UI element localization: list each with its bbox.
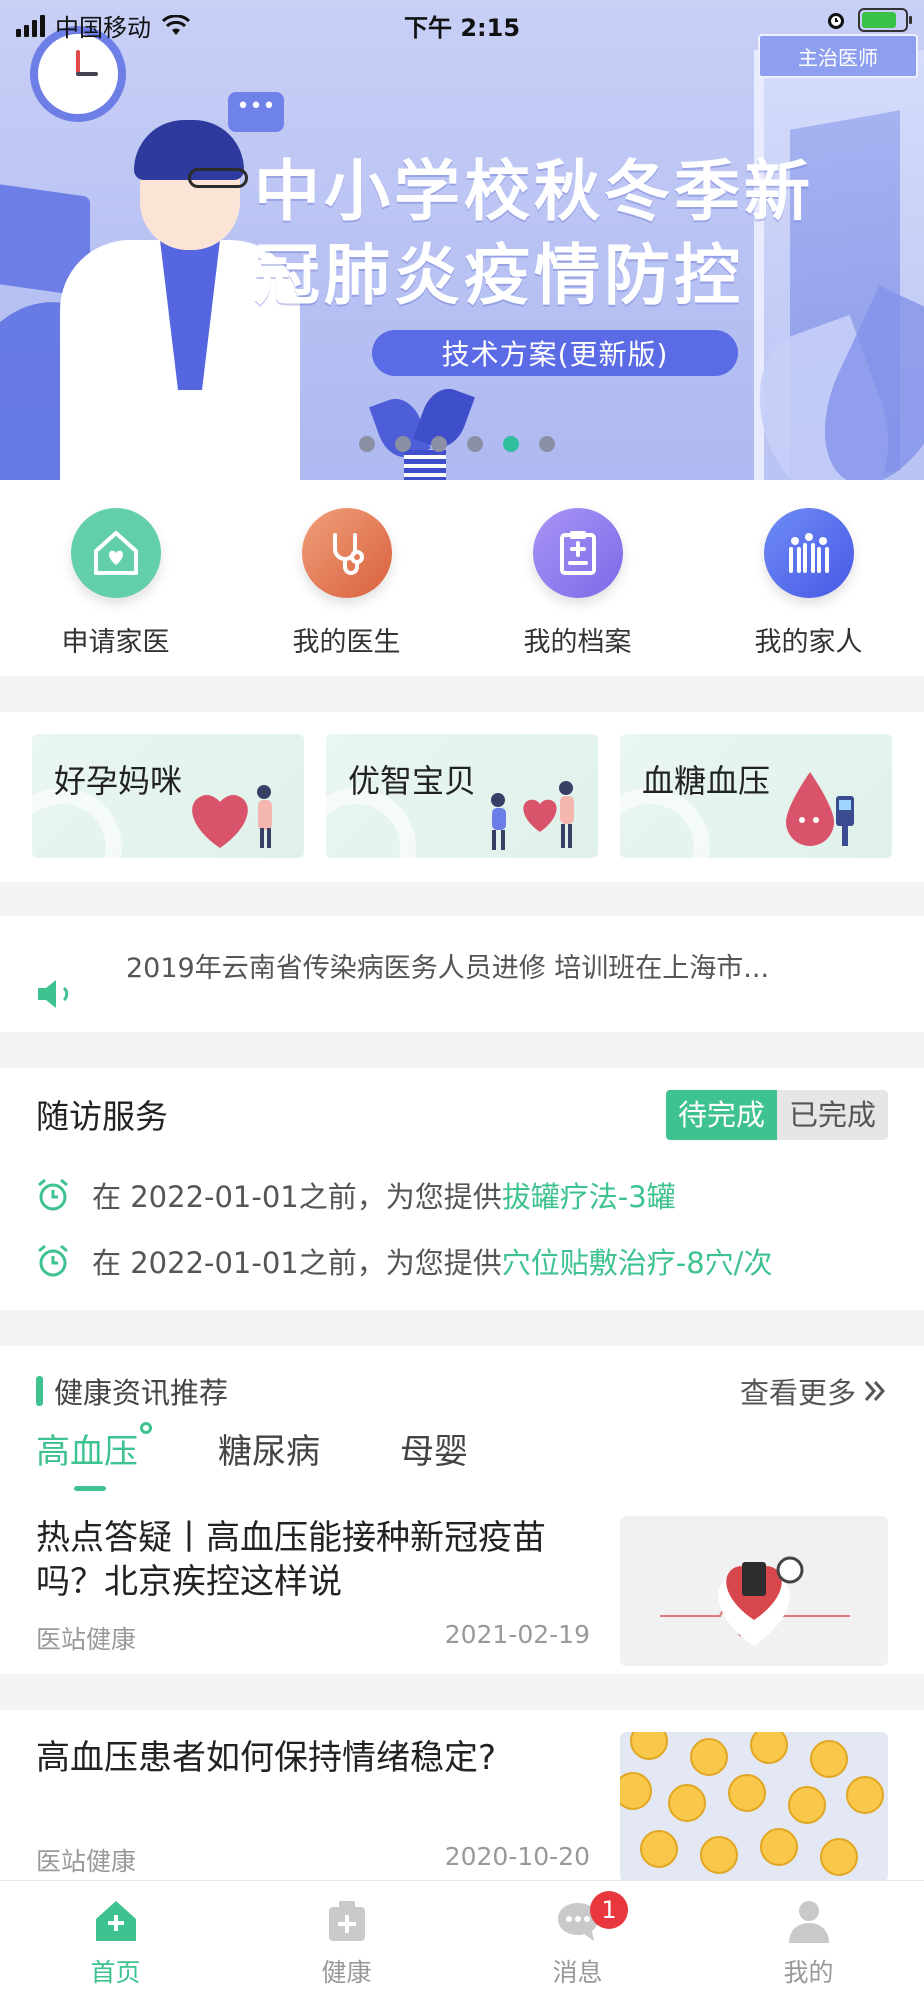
follow-up-item-text: 在 2022-01-01之前，为您提供 xyxy=(92,1180,502,1214)
quick-entry-grid: 申请家医 我的医生 我的档案 我的家人 xyxy=(0,480,924,676)
tab-messages[interactable]: 消息 1 xyxy=(462,1881,693,2000)
tab-maternal-infant[interactable]: 母婴 xyxy=(400,1424,468,1473)
carousel-dot[interactable] xyxy=(467,436,483,452)
quick-entry-label: 申请家医 xyxy=(61,627,170,658)
article-separator xyxy=(0,1674,924,1710)
tab-health[interactable]: 健康 xyxy=(231,1881,462,2000)
follow-up-segmented-control: 待完成 已完成 xyxy=(665,1090,888,1140)
banner-headline-line1: 中小学校秋冬季新 xyxy=(254,153,814,230)
article-thumbnail xyxy=(620,1516,888,1666)
tab-label: 高血压 xyxy=(36,1432,138,1472)
follow-up-title: 随访服务 xyxy=(36,1097,168,1136)
card-title: 好孕妈咪 xyxy=(54,762,183,800)
speaker-icon xyxy=(38,980,69,1008)
quick-entry-label: 我的家人 xyxy=(754,627,863,658)
unread-count-badge: 1 xyxy=(590,1891,628,1929)
status-bar: 中国移动 下午 2:15 xyxy=(0,0,924,44)
tab-label: 糖尿病 xyxy=(218,1432,320,1472)
follow-up-item-service: 拔罐疗法-3罐 xyxy=(501,1180,676,1214)
quick-entry-my-doctor[interactable]: 我的医生 xyxy=(231,480,462,676)
status-time: 下午 2:15 xyxy=(403,14,521,42)
kids-heart-illustration xyxy=(491,781,574,850)
section-accent-bar xyxy=(36,1376,43,1406)
article-date: 2021-02-19 xyxy=(444,1620,590,1649)
blood-drop-illustration xyxy=(786,772,854,846)
news-category-tabs: 高血压 糖尿病 母婴 xyxy=(36,1422,468,1491)
follow-up-item[interactable]: 在 2022-01-01之前，为您提供 拔罐疗法-3罐 xyxy=(36,1174,676,1216)
quick-entry-label: 我的档案 xyxy=(523,627,632,658)
clipboard-icon xyxy=(532,508,623,598)
heart-mother-illustration xyxy=(192,785,272,848)
card-smart-baby[interactable]: 优智宝贝 xyxy=(326,734,598,858)
carousel-dot[interactable] xyxy=(395,436,411,452)
carousel-dot[interactable] xyxy=(539,436,555,452)
tab-profile[interactable]: 我的 xyxy=(693,1881,924,2000)
tab-label: 我的 xyxy=(783,1958,834,1987)
view-more-link[interactable]: 查看更多 xyxy=(740,1370,888,1412)
plant-illustration xyxy=(369,382,480,480)
follow-up-item[interactable]: 在 2022-01-01之前，为您提供 穴位贴敷治疗-8穴/次 xyxy=(36,1240,772,1282)
news-article[interactable]: 高血压患者如何保持情绪稳定? 医站健康 2020-10-20 xyxy=(0,1732,924,1896)
banner-headline-line2: 冠肺炎疫情防控 xyxy=(254,237,744,314)
feature-cards: 好孕妈咪 优智宝贝 血糖血压 xyxy=(0,712,924,882)
quick-entry-my-family[interactable]: 我的家人 xyxy=(693,480,924,676)
article-thumbnail xyxy=(620,1732,888,1882)
article-source: 医站健康 xyxy=(36,1625,137,1654)
carousel-dot-active[interactable] xyxy=(503,436,519,452)
house-heart-icon xyxy=(70,508,161,598)
carousel-dot[interactable] xyxy=(431,436,447,452)
carousel-dot[interactable] xyxy=(359,436,375,452)
alarm-icon xyxy=(828,13,844,29)
medical-kit-icon xyxy=(328,1901,365,1941)
quick-entry-label: 我的医生 xyxy=(292,627,401,658)
article-source: 医站健康 xyxy=(36,1847,137,1876)
double-chevron-right-icon xyxy=(864,1381,886,1401)
tab-label: 母婴 xyxy=(400,1432,468,1472)
quick-entry-apply-family-doctor[interactable]: 申请家医 xyxy=(0,480,231,676)
notice-text[interactable]: 2019年云南省传染病医务人员进修 培训班在上海市... xyxy=(126,946,886,985)
tab-label: 首页 xyxy=(90,1958,141,1987)
battery-icon xyxy=(858,8,912,32)
follow-up-section: 随访服务 待完成 已完成 在 2022-01-01之前，为您提供 拔罐疗法-3罐 … xyxy=(0,1068,924,1310)
card-pregnancy-mom[interactable]: 好孕妈咪 xyxy=(32,734,304,858)
view-more-label: 查看更多 xyxy=(739,1376,856,1410)
unread-dot-icon xyxy=(140,1422,152,1434)
tab-hypertension[interactable]: 高血压 xyxy=(36,1422,152,1491)
stethoscope-icon xyxy=(301,508,392,598)
notice-bar[interactable]: 2019年云南省传染病医务人员进修 培训班在上海市... xyxy=(0,916,924,1032)
family-icon xyxy=(763,508,854,598)
alarm-clock-icon xyxy=(38,1178,68,1211)
banner-subtitle-pill: 技术方案(更新版) xyxy=(372,330,738,376)
article-title: 热点答疑丨高血压能接种新冠疫苗吗？北京疾控这样说 xyxy=(36,1518,546,1602)
article-title: 高血压患者如何保持情绪稳定? xyxy=(36,1738,497,1778)
quick-entry-my-records[interactable]: 我的档案 xyxy=(462,480,693,676)
card-blood-sugar-pressure[interactable]: 血糖血压 xyxy=(620,734,892,858)
card-title: 优智宝贝 xyxy=(348,762,477,800)
user-icon xyxy=(788,1901,829,1943)
heart-blood-pressure-illustration xyxy=(660,1556,850,1646)
article-date: 2020-10-20 xyxy=(444,1842,590,1871)
card-title: 血糖血压 xyxy=(642,762,771,800)
tab-diabetes[interactable]: 糖尿病 xyxy=(218,1424,320,1473)
chat-bubble-icon: ••• xyxy=(228,92,284,132)
banner-carousel[interactable]: 中国移动 下午 2:15 主治医师 ••• 中小学校秋冬季新 冠肺炎疫情防控 技 xyxy=(0,0,924,480)
tab-label: 消息 xyxy=(552,1958,603,1987)
tab-home[interactable]: 首页 xyxy=(0,1881,231,2000)
carousel-indicator[interactable] xyxy=(0,436,924,452)
tab-completed[interactable]: 已完成 xyxy=(776,1090,888,1140)
bottom-tab-bar: 首页 健康 消息 1 我的 xyxy=(0,1880,924,2000)
follow-up-item-text: 在 2022-01-01之前，为您提供 xyxy=(92,1246,502,1280)
follow-up-item-service: 穴位贴敷治疗-8穴/次 xyxy=(501,1246,773,1280)
tab-label: 健康 xyxy=(321,1958,372,1987)
home-icon xyxy=(95,1901,136,1941)
tab-pending[interactable]: 待完成 xyxy=(665,1090,777,1140)
banner-headline: 中小学校秋冬季新 冠肺炎疫情防控 xyxy=(254,150,814,318)
health-news-title: 健康资讯推荐 xyxy=(54,1376,229,1410)
alarm-clock-icon xyxy=(38,1244,68,1277)
news-article[interactable]: 热点答疑丨高血压能接种新冠疫苗吗？北京疾控这样说 医站健康 2021-02-19 xyxy=(0,1516,924,1676)
